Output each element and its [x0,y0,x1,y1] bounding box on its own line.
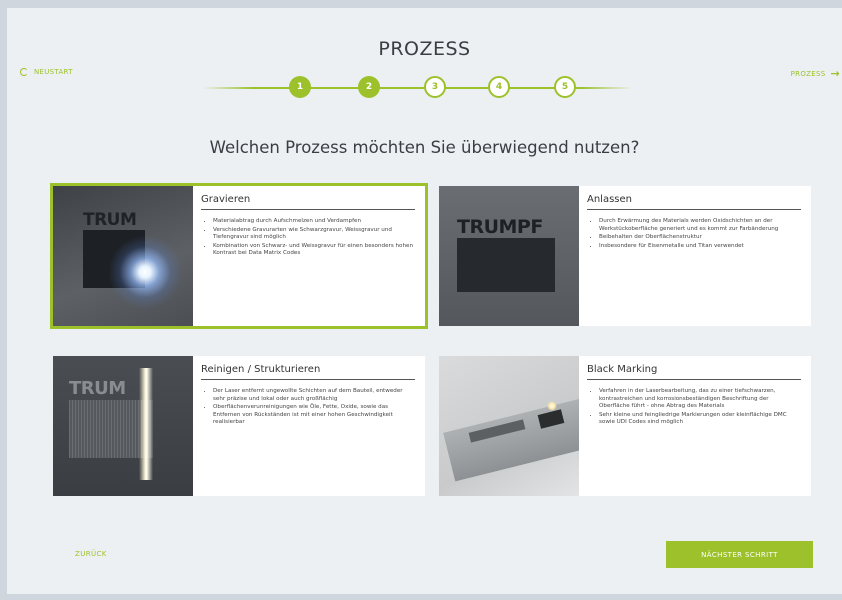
arrow-right-icon: → [830,67,840,80]
step-indicator: 1 2 3 4 5 [202,76,632,100]
step-2[interactable]: 2 [358,76,380,98]
bullet-item: Materialabtrag durch Aufschmelzen und Ve… [213,218,415,226]
page-title: PROZESS [378,38,471,60]
bullet-item: Beibehalten der Oberflächenstruktur [599,234,801,242]
reinigen-content: Reinigen / Strukturieren Der Laser entfe… [193,356,425,496]
bullet-item: Oberflächenverunreinigungen wie Öle, Fet… [213,404,415,427]
step-5[interactable]: 5 [554,76,576,98]
bullet-item: Sehr kleine und feingliedrige Markierung… [599,412,801,427]
card-bullets: Durch Erwärmung des Materials werden Oxi… [587,218,801,250]
restart-label: NEUSTART [34,68,73,76]
question-heading: Welchen Prozess möchten Sie überwiegend … [209,138,640,157]
option-card-gravieren[interactable]: TRUM Gravieren Materialabtrag durch Aufs… [50,183,428,329]
laser-glow [547,401,557,411]
step-1[interactable]: 1 [289,76,311,98]
card-bullets: Materialabtrag durch Aufschmelzen und Ve… [201,218,415,258]
laser-beam [139,368,153,480]
process-link-label: PROZESS [790,69,826,78]
card-bullets: Der Laser entfernt ungewollte Schichten … [201,388,415,427]
restart-icon [20,68,28,76]
step-4[interactable]: 4 [488,76,510,98]
reinigen-image: TRUM [53,356,193,496]
option-card-black-marking[interactable]: Black Marking Verfahren in der Laserbear… [439,356,811,496]
annealed-mark [457,238,555,292]
bullet-item: Kombination von Schwarz- und Weissgravur… [213,243,415,258]
bullet-item: Insbesondere für Eisenmetalle und Titan … [599,243,801,251]
process-page: NEUSTART PROZESS PROZESS → 1 2 3 4 5 Wel… [7,8,842,594]
black-marking-image [439,356,579,496]
card-title: Anlassen [587,194,801,210]
step-3[interactable]: 3 [424,76,446,98]
bullet-item: Durch Erwärmung des Materials werden Oxi… [599,218,801,233]
card-bullets: Verfahren in der Laserbearbeitung, das z… [587,388,801,427]
anlassen-content: Anlassen Durch Erwärmung des Materials w… [579,186,811,326]
option-card-reinigen[interactable]: TRUM Reinigen / Strukturieren Der Laser … [53,356,425,496]
card-title: Gravieren [201,194,415,210]
gravieren-image-text: TRUM [83,210,137,230]
card-title: Black Marking [587,364,801,380]
restart-link[interactable]: NEUSTART [20,68,73,76]
bullet-item: Verschiedene Gravurarten wie Schwarzgrav… [213,227,415,242]
reinigen-image-text: TRUM [69,378,126,399]
black-marking-content: Black Marking Verfahren in der Laserbear… [579,356,811,496]
laser-spark [105,232,185,312]
option-card-anlassen[interactable]: TRUMPF Anlassen Durch Erwärmung des Mate… [439,186,811,326]
anlassen-image-text: TRUMPF [457,216,543,238]
anlassen-image: TRUMPF [439,186,579,326]
card-title: Reinigen / Strukturieren [201,364,415,380]
gravieren-content: Gravieren Materialabtrag durch Aufschmel… [193,186,425,326]
bullet-item: Der Laser entfernt ungewollte Schichten … [213,388,415,403]
gravieren-image: TRUM [53,186,193,326]
bullet-item: Verfahren in der Laserbearbeitung, das z… [599,388,801,411]
process-link[interactable]: PROZESS → [791,68,840,79]
next-step-button[interactable]: NÄCHSTER SCHRITT [666,541,813,568]
back-button[interactable]: ZURÜCK [75,550,107,558]
